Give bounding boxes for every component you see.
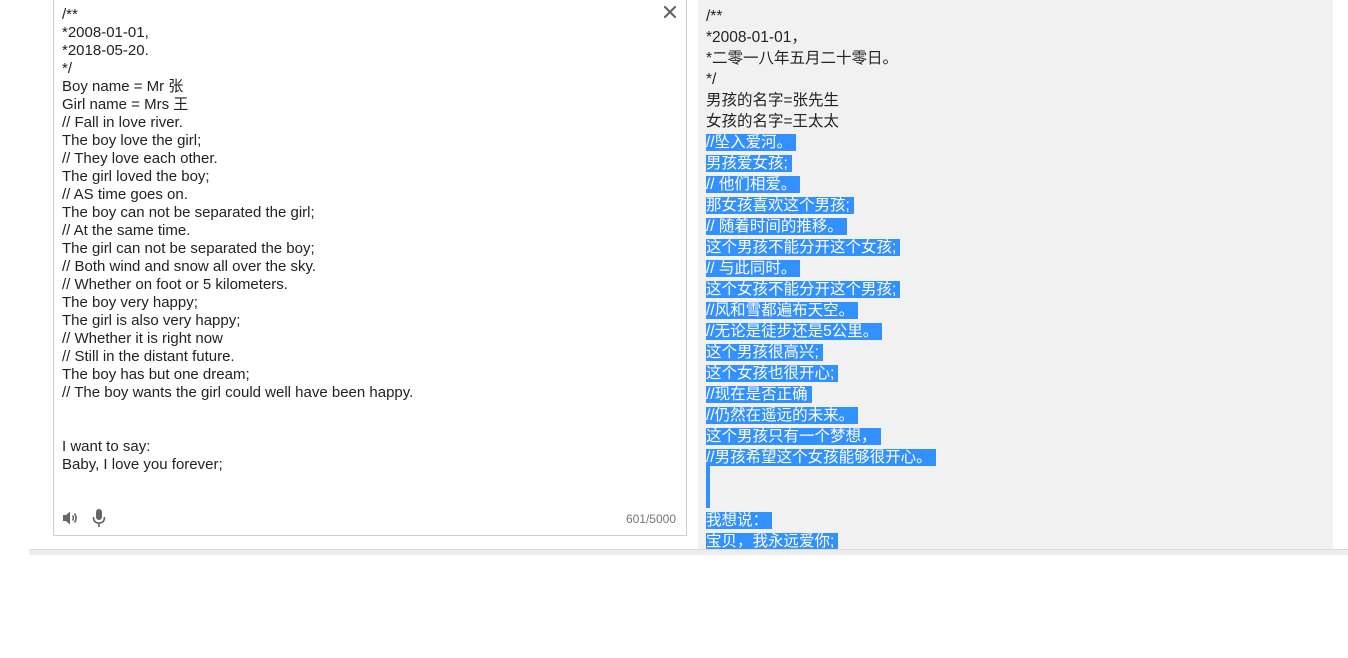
source-toolbar: 601/5000 [62,507,678,529]
source-text-panel[interactable]: /** *2008-01-01, *2018-05-20. */ Boy nam… [53,0,687,536]
translation-line: 这个女孩也很开心; [706,363,936,384]
character-count: 601/5000 [625,512,676,526]
translation-line: //男孩希望这个女孩能够很开心。 [706,447,936,468]
translation-line-text: /** [706,8,723,25]
translation-line-text: 这个男孩只有一个梦想， [706,428,881,445]
translation-line: //无论是徒步还是5公里。 [706,321,936,342]
translation-line-text: 这个男孩不能分开这个女孩; [706,239,901,256]
translation-line-text: // 随着时间的推移。 [706,218,847,235]
translation-line-text: //仍然在遥远的未来。 [706,407,859,424]
translation-line: */ [706,69,936,90]
translation-line-text: 这个女孩不能分开这个男孩; [706,281,901,298]
translation-line: 这个男孩不能分开这个女孩; [706,237,936,258]
speaker-icon[interactable] [62,510,80,526]
translation-line: /** [706,6,936,27]
translation-line: // 随着时间的推移。 [706,216,936,237]
translation-line-text: //现在是否正确 [706,386,812,403]
translation-line-text: //坠入爱河。 [706,134,797,151]
translation-line: // 他们相爱。 [706,174,936,195]
translation-line-text: *2008-01-01， [706,29,807,46]
translation-line-text: 我想说： [706,512,773,529]
close-icon[interactable] [662,4,678,20]
translation-line: 那女孩喜欢这个男孩; [706,195,936,216]
translation-line: //仍然在遥远的未来。 [706,405,936,426]
source-textarea[interactable]: /** *2008-01-01, *2018-05-20. */ Boy nam… [62,6,656,474]
translation-line-text [706,470,710,487]
translation-line: 这个男孩只有一个梦想， [706,426,936,447]
translation-line: //坠入爱河。 [706,132,936,153]
translation-line: //风和雪都遍布天空。 [706,300,936,321]
translation-line-text: */ [706,71,717,88]
translation-line-text: 男孩的名字=张先生 [706,92,840,109]
translation-line [706,468,936,489]
translation-line: 女孩的名字=王太太 [706,111,936,132]
translation-line: //现在是否正确 [706,384,936,405]
translation-line: 这个女孩不能分开这个男孩; [706,279,936,300]
panel-divider [29,549,1348,555]
translation-line-text: 男孩爱女孩; [706,155,792,172]
translation-line: 宝贝，我永远爱你; [706,531,936,549]
translation-line-text: 宝贝，我永远爱你; [706,533,839,549]
translation-line-text: *二零一八年五月二十零日。 [706,50,899,67]
translation-panel: /** *2008-01-01， *二零一八年五月二十零日。 */ 男孩的名字=张先生女… [698,0,1333,549]
translation-line-text: //无论是徒步还是5公里。 [706,323,883,340]
translation-text[interactable]: /** *2008-01-01， *二零一八年五月二十零日。 */ 男孩的名字=张先生女… [706,6,936,549]
translation-line-text: 这个女孩也很开心; [706,365,839,382]
translation-line: 男孩爱女孩; [706,153,936,174]
translation-line-text: //风和雪都遍布天空。 [706,302,859,319]
translation-line-text: 这个男孩很高兴; [706,344,823,361]
translation-line-text: 那女孩喜欢这个男孩; [706,197,854,214]
translation-line: 我想说： [706,510,936,531]
translation-line-text: // 他们相爱。 [706,176,801,193]
translation-line: 这个男孩很高兴; [706,342,936,363]
translation-line: *二零一八年五月二十零日。 [706,48,936,69]
translation-line: *2008-01-01， [706,27,936,48]
translation-line: // 与此同时。 [706,258,936,279]
translation-line-text [706,491,710,508]
translation-line-text: // 与此同时。 [706,260,801,277]
translation-line-text: //男孩希望这个女孩能够很开心。 [706,449,936,466]
translation-line: 男孩的名字=张先生 [706,90,936,111]
microphone-icon[interactable] [92,508,106,528]
translation-line-text: 女孩的名字=王太太 [706,113,840,130]
translation-line [706,489,936,510]
